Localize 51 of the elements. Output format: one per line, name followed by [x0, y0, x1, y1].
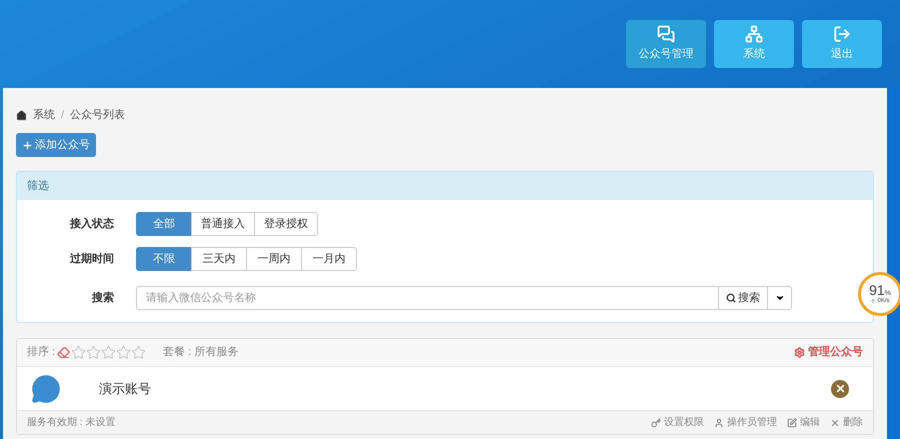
breadcrumb-separator: / — [61, 108, 64, 123]
action-link[interactable]: 删除 — [830, 415, 863, 430]
eraser-icon[interactable] — [57, 346, 70, 359]
search-field[interactable]: 请输入微信公众号名称 — [136, 286, 719, 310]
up-arrow-icon — [870, 298, 876, 304]
gear-icon — [794, 347, 805, 358]
search-button[interactable]: 搜索 — [718, 286, 768, 310]
key-icon — [651, 418, 661, 428]
star-icon[interactable] — [86, 345, 102, 360]
breadcrumb-item[interactable]: 公众号列表 — [70, 106, 126, 124]
sort-label: 排序 : — [27, 344, 56, 360]
speed-percent: 91 — [869, 282, 885, 296]
filter-option[interactable]: 三天内 — [191, 247, 247, 271]
star-icon[interactable] — [101, 345, 116, 360]
filter-option[interactable]: 全部 — [136, 212, 192, 236]
search-label: 搜索 — [90, 290, 114, 306]
nav-button[interactable]: 退出 — [802, 20, 882, 68]
star-icon[interactable] — [71, 345, 86, 360]
add-account-button[interactable]: 添加公众号 — [16, 133, 96, 157]
filter-title: 筛选 — [27, 178, 49, 194]
close-icon — [834, 383, 846, 394]
caret-icon — [774, 293, 784, 303]
close-button[interactable] — [831, 380, 849, 398]
breadcrumb-item[interactable]: 系统 — [33, 106, 55, 124]
nav-button[interactable]: 公众号管理 — [626, 20, 706, 68]
close-icon — [830, 418, 840, 428]
filter-option[interactable]: 不限 — [136, 247, 192, 271]
validity-text: 服务有效期 : 未设置 — [27, 416, 116, 430]
filter-option[interactable]: 一月内 — [301, 247, 357, 271]
home-icon — [16, 110, 27, 120]
package-text: 套餐 : 所有服务 — [163, 345, 238, 360]
user-icon — [714, 418, 724, 428]
nav-button[interactable]: 系统 — [714, 20, 794, 68]
filter-option[interactable]: 一周内 — [246, 247, 302, 271]
logout-icon — [833, 25, 851, 44]
manage-account-link[interactable]: 管理公众号 — [794, 344, 863, 361]
plus-icon — [22, 140, 33, 150]
account-name: 演示账号 — [99, 380, 151, 398]
filter-label: 过期时间 — [69, 252, 114, 267]
sitemap-icon — [745, 25, 763, 44]
dropdown-button[interactable] — [767, 286, 792, 310]
filter-label: 接入状态 — [68, 216, 114, 232]
star-icon[interactable] — [116, 345, 132, 360]
action-link[interactable]: 编辑 — [787, 415, 820, 430]
action-link[interactable]: 操作员管理 — [714, 415, 777, 430]
search-icon — [726, 293, 736, 303]
filter-option[interactable]: 普通接入 — [191, 212, 255, 236]
star-icon[interactable] — [131, 345, 146, 360]
filter-option[interactable]: 登录授权 — [254, 212, 318, 236]
action-link[interactable]: 设置权限 — [651, 415, 704, 430]
edit-icon — [787, 418, 797, 428]
